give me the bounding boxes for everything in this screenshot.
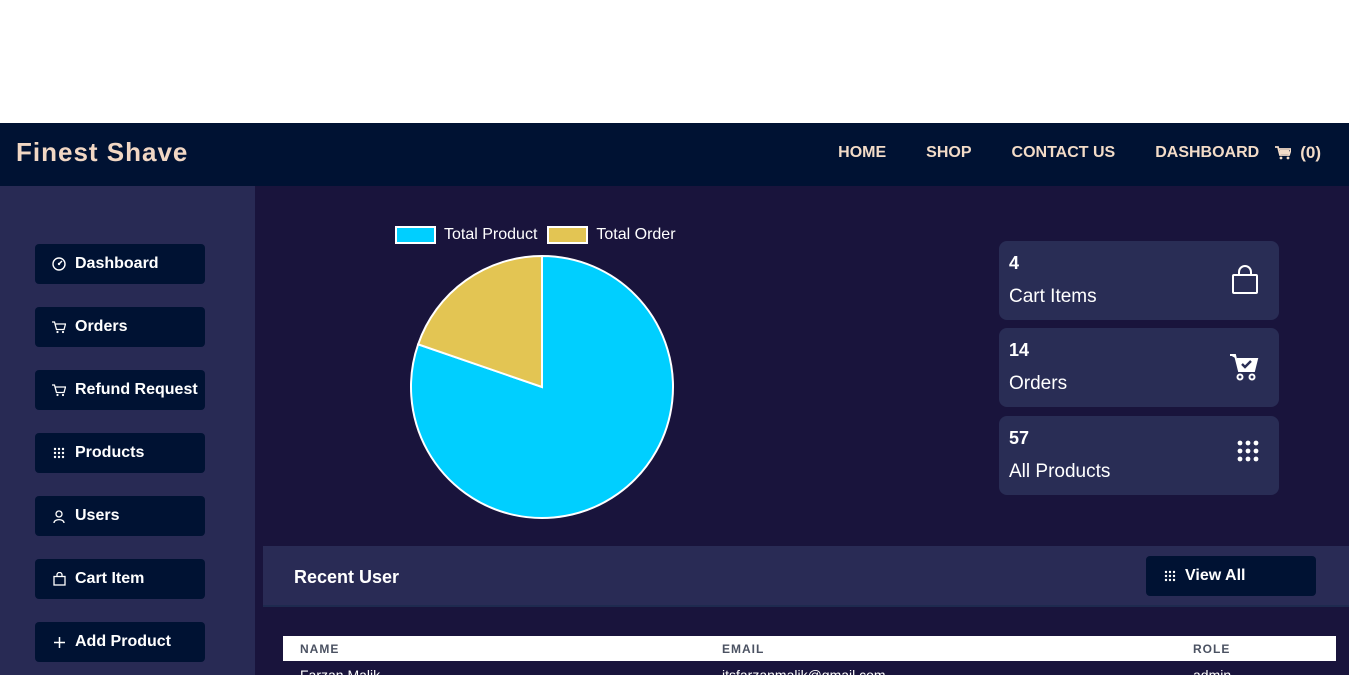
sidebar-item-refund-request[interactable]: Refund Request <box>35 370 205 410</box>
cart-icon <box>51 382 67 398</box>
stat-label: Cart Items <box>1009 286 1097 307</box>
view-all-label: View All <box>1185 567 1246 584</box>
nav-shop-link[interactable]: SHOP <box>926 144 971 162</box>
sidebar-item-label: Refund Request <box>75 381 198 398</box>
recent-user-title: Recent User <box>294 567 400 587</box>
stat-card-cart-items[interactable]: 4 Cart Items <box>999 241 1279 320</box>
stat-card-all-products[interactable]: 57 All Products <box>999 416 1279 495</box>
legend-swatch <box>395 226 436 244</box>
legend-swatch <box>547 226 589 244</box>
stat-label: Orders <box>1009 373 1068 394</box>
nav-home-link[interactable]: HOME <box>838 144 886 162</box>
sidebar-item-products[interactable]: Products <box>35 433 205 473</box>
nav-dashboard-link[interactable]: DASHBOARD <box>1155 144 1259 162</box>
legend-label: Total Order <box>596 226 676 243</box>
cell-role: admin <box>1193 667 1232 675</box>
recent-user-header: Recent User View All <box>263 546 1349 607</box>
legend-label: Total Product <box>444 226 538 243</box>
table-row: Farzan Malik itsfarzanmalik@gmail.com ad… <box>283 667 1336 675</box>
nav-cart-link[interactable]: (0) <box>1275 143 1321 163</box>
stat-label: All Products <box>1009 461 1111 482</box>
sidebar-item-cart-item[interactable]: Cart Item <box>35 559 205 599</box>
stat-number: 4 <box>1009 253 1020 273</box>
chart-legend: Total Product Total Order <box>395 226 686 244</box>
sidebar-item-label: Orders <box>75 318 128 335</box>
stat-number: 14 <box>1009 340 1030 360</box>
sidebar-item-dashboard[interactable]: Dashboard <box>35 244 205 284</box>
legend-item-total-order[interactable]: Total Order <box>547 226 676 244</box>
bag-icon <box>1231 265 1259 300</box>
grid-icon <box>1237 440 1259 467</box>
sidebar-item-orders[interactable]: Orders <box>35 307 205 347</box>
sidebar-item-label: Products <box>75 444 145 461</box>
view-all-button[interactable]: View All <box>1146 556 1316 596</box>
sidebar-item-label: Cart Item <box>75 570 145 587</box>
sidebar-item-add-product[interactable]: Add Product <box>35 622 205 662</box>
brand-logo[interactable]: Finest Shave <box>16 137 188 168</box>
users-table-header: NAME EMAIL ROLE <box>283 636 1336 661</box>
speedometer-icon <box>51 256 67 272</box>
cart-icon <box>51 319 67 335</box>
legend-item-total-product[interactable]: Total Product <box>395 226 537 244</box>
top-navbar: Finest Shave HOME SHOP CONTACT US DASHBO… <box>0 123 1349 186</box>
user-icon <box>51 508 67 524</box>
sidebar-item-label: Add Product <box>75 633 171 650</box>
sidebar-item-label: Users <box>75 507 120 524</box>
cart-count: (0) <box>1300 143 1321 162</box>
sidebar-item-users[interactable]: Users <box>35 496 205 536</box>
sidebar: Dashboard Orders Refund Request Products… <box>0 186 255 675</box>
column-header-email: EMAIL <box>722 642 765 656</box>
grid-icon <box>51 445 67 461</box>
bag-icon <box>51 571 67 587</box>
column-header-role: ROLE <box>1193 642 1231 656</box>
cell-name: Farzan Malik <box>300 667 381 675</box>
cart-icon <box>1275 146 1292 160</box>
column-header-name: NAME <box>300 642 340 656</box>
cell-email: itsfarzanmalik@gmail.com <box>722 667 886 675</box>
nav-contact-link[interactable]: CONTACT US <box>1012 144 1116 162</box>
grid-icon <box>1164 570 1176 582</box>
stat-card-orders[interactable]: 14 Orders <box>999 328 1279 407</box>
dashboard-main: Total Product Total Order 4 Cart Items 1… <box>255 186 1349 675</box>
sidebar-item-label: Dashboard <box>75 255 159 272</box>
pie-chart <box>410 254 674 519</box>
cart-check-icon <box>1229 352 1259 387</box>
main-nav: HOME SHOP CONTACT US DASHBOARD (0) <box>838 143 1321 163</box>
stat-number: 57 <box>1009 428 1030 448</box>
plus-icon <box>51 634 67 650</box>
